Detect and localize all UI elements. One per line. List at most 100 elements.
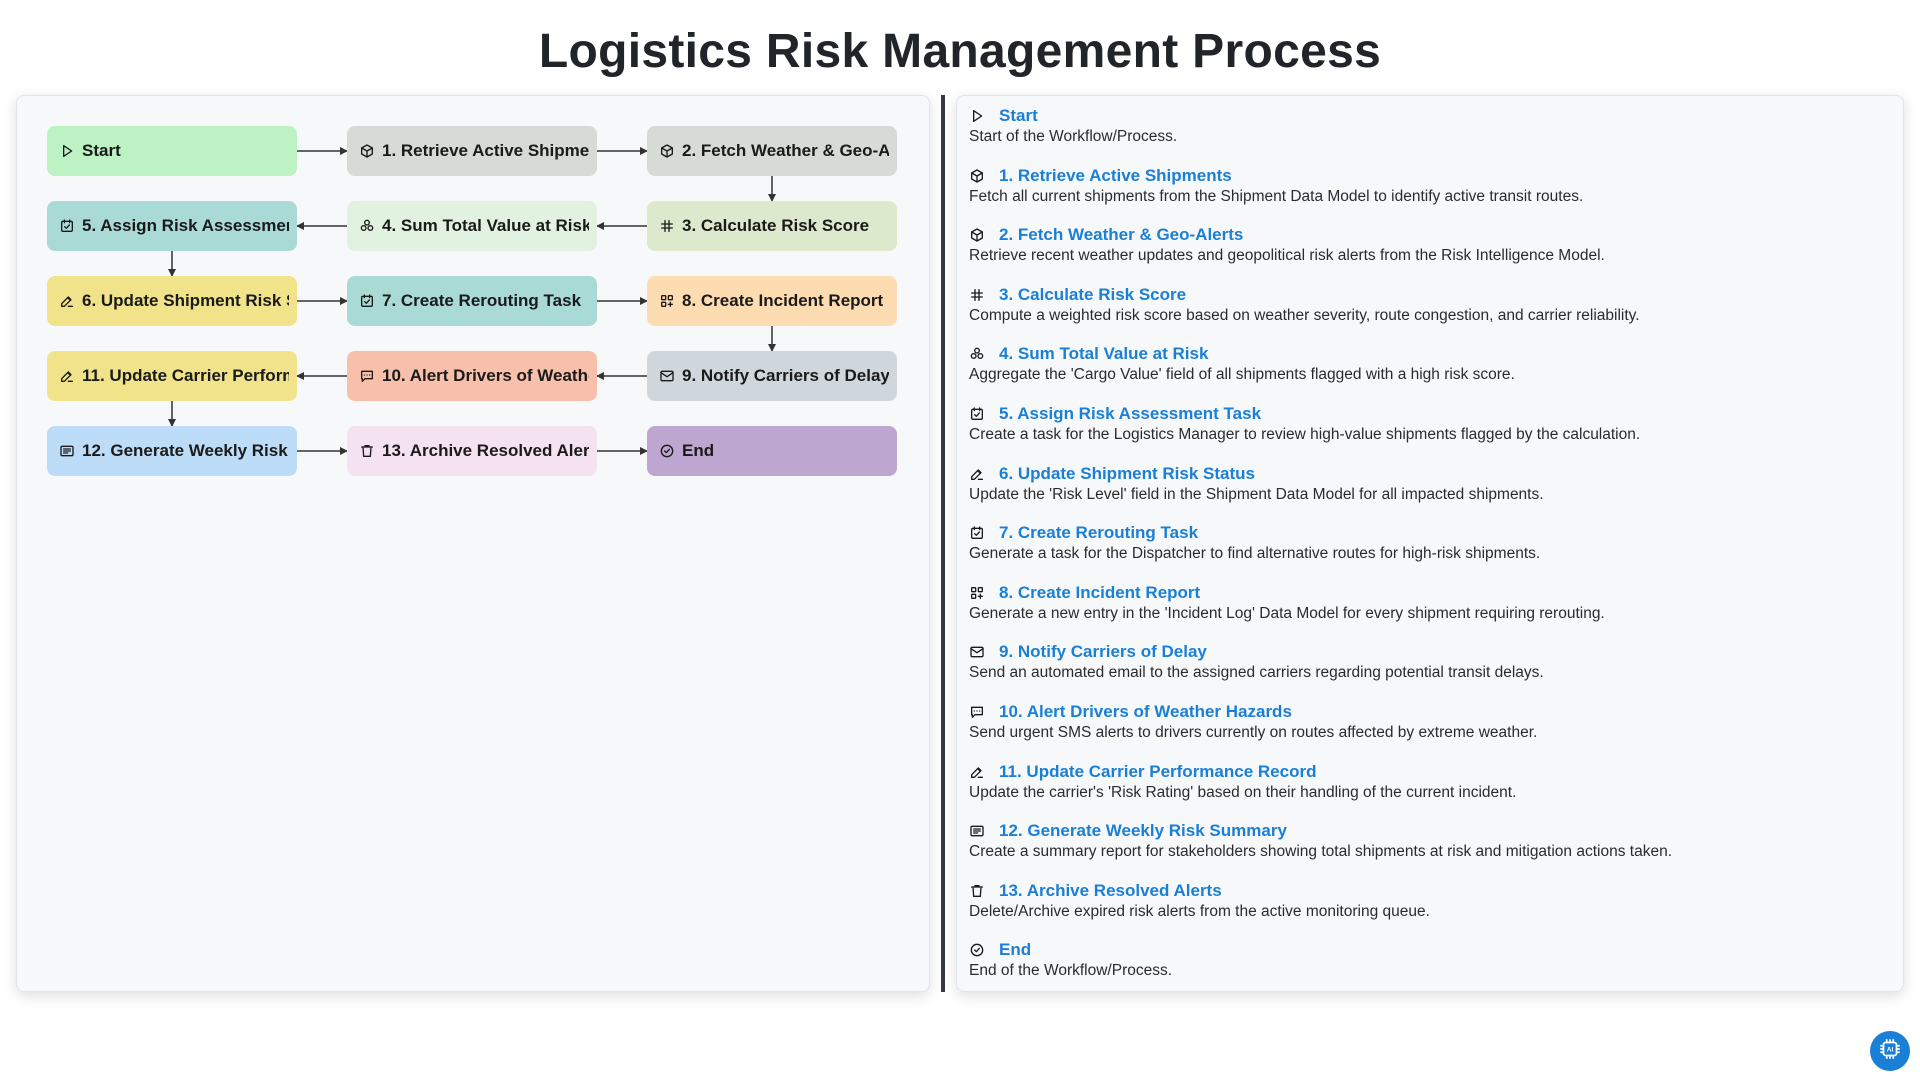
description-title[interactable]: 8. Create Incident Report: [999, 583, 1200, 603]
sms-icon: [969, 704, 985, 720]
play-icon: [59, 143, 75, 159]
checkbox-icon: [59, 218, 75, 234]
description-header: 13. Archive Resolved Alerts: [969, 879, 1891, 903]
panel-divider[interactable]: [941, 95, 945, 992]
description-text: Generate a new entry in the 'Incident Lo…: [969, 604, 1605, 622]
description-title[interactable]: 12. Generate Weekly Risk Summary: [999, 821, 1287, 841]
description-header: 4. Sum Total Value at Risk: [969, 342, 1891, 366]
description-item: 6. Update Shipment Risk Status Update the…: [969, 462, 1891, 522]
description-header: End: [969, 938, 1891, 962]
report-icon: [59, 443, 75, 459]
flow-node-start[interactable]: Start: [47, 126, 297, 176]
description-text: Create a task for the Logistics Manager …: [969, 425, 1641, 443]
stack-icon: [969, 346, 985, 362]
hash-icon: [659, 218, 675, 234]
flow-node-n1[interactable]: 1. Retrieve Active Shipments: [347, 126, 597, 176]
description-header: 9. Notify Carriers of Delay: [969, 640, 1891, 664]
flow-node-n12[interactable]: 12. Generate Weekly Risk Summary: [47, 426, 297, 476]
description-title[interactable]: 1. Retrieve Active Shipments: [999, 166, 1232, 186]
mail-icon: [659, 368, 675, 384]
description-header: 3. Calculate Risk Score: [969, 283, 1891, 307]
description-title[interactable]: 4. Sum Total Value at Risk: [999, 344, 1208, 364]
description-list: Start Start of the Workflow/Process. 1. Re…: [969, 104, 1891, 998]
flow-node-end[interactable]: End: [647, 426, 897, 476]
flow-node-n2[interactable]: 2. Fetch Weather & Geo-Alerts: [647, 126, 897, 176]
flow-node-n10[interactable]: 10. Alert Drivers of Weather Hazards: [347, 351, 597, 401]
description-title[interactable]: 3. Calculate Risk Score: [999, 285, 1186, 305]
description-panel: Start Start of the Workflow/Process. 1. Re…: [956, 95, 1904, 992]
flow-node-n6[interactable]: 6. Update Shipment Risk Status: [47, 276, 297, 326]
edit-icon: [969, 764, 985, 780]
cube-icon: [359, 143, 375, 159]
flow-node-label: 10. Alert Drivers of Weather Hazards: [382, 366, 589, 385]
flow-node-label: 11. Update Carrier Performance Record: [82, 366, 289, 385]
description-text: Create a summary report for stakeholders…: [969, 843, 1672, 861]
description-title[interactable]: 2. Fetch Weather & Geo-Alerts: [999, 225, 1243, 245]
description-item: 9. Notify Carriers of Delay Send an autom…: [969, 640, 1891, 700]
checkbox-icon: [969, 525, 985, 541]
description-text: Delete/Archive expired risk alerts from …: [969, 902, 1430, 920]
flow-node-n7[interactable]: 7. Create Rerouting Task: [347, 276, 597, 326]
description-header: 7. Create Rerouting Task: [969, 521, 1891, 545]
description-item: 12. Generate Weekly Risk Summary Create a…: [969, 819, 1891, 879]
description-header: 10. Alert Drivers of Weather Hazards: [969, 700, 1891, 724]
description-title[interactable]: 11. Update Carrier Performance Record: [999, 762, 1316, 782]
description-title[interactable]: 10. Alert Drivers of Weather Hazards: [999, 702, 1292, 722]
ai-assistant-button[interactable]: AI: [1870, 1031, 1910, 1071]
flow-node-label: Start: [82, 141, 121, 160]
description-header: 5. Assign Risk Assessment Task: [969, 402, 1891, 426]
description-title[interactable]: End: [999, 940, 1031, 960]
description-header: 6. Update Shipment Risk Status: [969, 462, 1891, 486]
flow-node-label: 9. Notify Carriers of Delay: [682, 366, 889, 385]
flow-node-label: 3. Calculate Risk Score: [682, 216, 870, 235]
flow-node-label: 4. Sum Total Value at Risk: [382, 216, 589, 235]
description-title[interactable]: Start: [999, 106, 1038, 126]
description-text: Retrieve recent weather updates and geop…: [969, 247, 1605, 265]
play-icon: [969, 108, 985, 124]
description-item: 1. Retrieve Active Shipments Fetch all cu…: [969, 164, 1891, 224]
flow-node-n11[interactable]: 11. Update Carrier Performance Record: [47, 351, 297, 401]
cube-icon: [659, 143, 675, 159]
description-header: 8. Create Incident Report: [969, 581, 1891, 605]
edit-icon: [59, 293, 75, 309]
description-title[interactable]: 5. Assign Risk Assessment Task: [999, 404, 1261, 424]
flow-node-label: 8. Create Incident Report: [682, 291, 884, 310]
stack-icon: [359, 218, 375, 234]
description-header: 2. Fetch Weather & Geo-Alerts: [969, 223, 1891, 247]
flow-node-label: 13. Archive Resolved Alerts: [382, 441, 589, 460]
grid-plus-icon: [969, 585, 985, 601]
hash-icon: [969, 287, 985, 303]
description-title[interactable]: 7. Create Rerouting Task: [999, 523, 1198, 543]
report-icon: [969, 823, 985, 839]
flow-node-n5[interactable]: 5. Assign Risk Assessment Task: [47, 201, 297, 251]
description-item: 5. Assign Risk Assessment Task Create a t…: [969, 402, 1891, 462]
flow-node-label: End: [682, 441, 715, 460]
description-text: Update the carrier's 'Risk Rating' based…: [969, 783, 1517, 801]
description-text: Start of the Workflow/Process.: [969, 128, 1178, 145]
flow-node-n3[interactable]: 3. Calculate Risk Score: [647, 201, 897, 251]
flow-node-label: 12. Generate Weekly Risk Summary: [82, 441, 289, 460]
flow-node-n4[interactable]: 4. Sum Total Value at Risk: [347, 201, 597, 251]
description-title[interactable]: 6. Update Shipment Risk Status: [999, 464, 1255, 484]
mail-icon: [969, 644, 985, 660]
edit-icon: [59, 368, 75, 384]
description-header: Start: [969, 104, 1891, 128]
description-text: End of the Workflow/Process.: [969, 962, 1173, 980]
flow-node-label: 5. Assign Risk Assessment Task: [82, 216, 289, 235]
description-item: 13. Archive Resolved Alerts Delete/Archiv…: [969, 879, 1891, 939]
trash-icon: [359, 443, 375, 459]
flow-node-n9[interactable]: 9. Notify Carriers of Delay: [647, 351, 897, 401]
ai-chip-icon: AI: [1877, 1036, 1903, 1067]
flow-node-n8[interactable]: 8. Create Incident Report: [647, 276, 897, 326]
description-item: 7. Create Rerouting Task Generate a task …: [969, 521, 1891, 581]
description-header: 12. Generate Weekly Risk Summary: [969, 819, 1891, 843]
description-item: 2. Fetch Weather & Geo-Alerts Retrieve re…: [969, 223, 1891, 283]
description-title[interactable]: 13. Archive Resolved Alerts: [999, 881, 1222, 901]
description-header: 1. Retrieve Active Shipments: [969, 164, 1891, 188]
flow-node-n13[interactable]: 13. Archive Resolved Alerts: [347, 426, 597, 476]
grid-plus-icon: [659, 293, 675, 309]
description-text: Compute a weighted risk score based on w…: [969, 306, 1640, 324]
description-title[interactable]: 9. Notify Carriers of Delay: [999, 642, 1207, 662]
description-text: Fetch all current shipments from the Shi…: [969, 187, 1584, 205]
description-item: 4. Sum Total Value at Risk Aggregate the …: [969, 342, 1891, 402]
